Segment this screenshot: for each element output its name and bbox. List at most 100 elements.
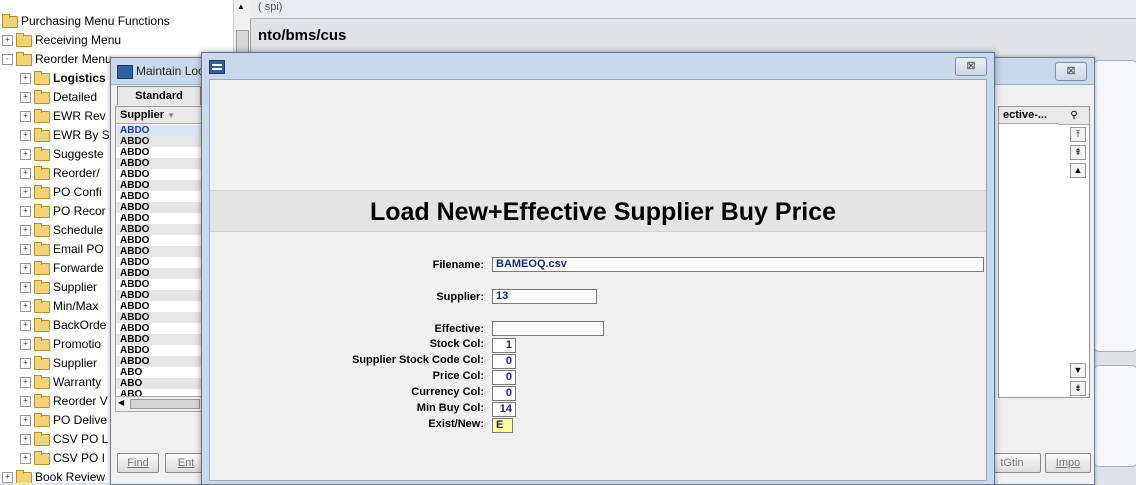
tree-item[interactable]: + CSV PO L [20, 430, 108, 449]
tree-item[interactable]: + Reorder V [20, 392, 108, 411]
grid-row[interactable]: ABDO [116, 224, 202, 235]
grid-row[interactable]: ABDO [116, 312, 202, 323]
scroll-up-small-icon[interactable]: ▲ [1070, 163, 1086, 178]
tree-item[interactable]: + Supplier [20, 354, 97, 373]
tab-standard[interactable]: Standard [117, 86, 201, 105]
grid-row[interactable]: ABDO [116, 147, 202, 158]
scroll-left-icon[interactable]: ◀ [118, 398, 124, 407]
tree-item[interactable]: + Suggeste [20, 145, 104, 164]
tree-item[interactable]: + PO Recor [20, 202, 106, 221]
find-button[interactable]: Find [117, 453, 159, 473]
grid-row[interactable]: ABDO [116, 334, 202, 345]
tree-item[interactable]: + Logistics [20, 69, 106, 88]
tree-item[interactable]: + PO Delive [20, 411, 107, 430]
effective-field[interactable] [492, 321, 604, 336]
currency-col-field[interactable]: 0 [492, 386, 516, 401]
tree-item[interactable]: - Reorder Menu [2, 50, 112, 69]
grid-row[interactable]: ABDO [116, 158, 202, 169]
grid-row[interactable]: ABDO [116, 213, 202, 224]
expand-toggle-icon[interactable]: + [20, 396, 31, 408]
tree-item[interactable]: + Supplier [20, 278, 97, 297]
tree-item[interactable]: + Email PO [20, 240, 104, 259]
grid-header-supplier[interactable]: Supplier ▼ [116, 107, 202, 124]
grid-row[interactable]: ABDO [116, 290, 202, 301]
grid-row[interactable]: ABDO [116, 345, 202, 356]
supplier-field[interactable]: 13 [492, 289, 597, 304]
tree-item[interactable]: + EWR By S [20, 126, 110, 145]
tree-item[interactable]: + CSV PO I [20, 449, 105, 468]
expand-toggle-icon[interactable]: + [20, 358, 31, 370]
supplier-stock-code-col-field[interactable]: 0 [492, 354, 516, 369]
tree-item[interactable]: + EWR Rev [20, 107, 106, 126]
expand-toggle-icon[interactable]: + [20, 320, 31, 332]
binoculars-icon[interactable]: ⚲ [1059, 107, 1089, 125]
grid-header-effective[interactable]: ective-... [999, 107, 1059, 124]
scroll-up-icon[interactable]: ▲ [237, 2, 245, 11]
page-up-icon[interactable]: ⇞ [1070, 145, 1086, 160]
grid-row[interactable]: ABDO [116, 191, 202, 202]
tree-item[interactable]: + Detailed [20, 88, 97, 107]
tree-item[interactable]: + BackOrde [20, 316, 106, 335]
grid-right-section[interactable]: ective-... ⚲ ⤒ ⇞ ▲ ▼ ⇟ [998, 106, 1090, 398]
grid-row[interactable]: ABO [116, 367, 202, 378]
grid-row[interactable]: ABDO [116, 180, 202, 191]
expand-toggle-icon[interactable]: + [2, 35, 13, 47]
grid-row[interactable]: ABDO [116, 235, 202, 246]
tree-item[interactable]: + Promotio [20, 335, 101, 354]
expand-toggle-icon[interactable]: + [20, 339, 31, 351]
price-col-field[interactable]: 0 [492, 370, 516, 385]
maintain-close-button[interactable]: ⊠ [1055, 62, 1087, 81]
expand-toggle-icon[interactable]: + [2, 472, 13, 483]
grid-scroll-thumb[interactable] [130, 399, 200, 409]
expand-toggle-icon[interactable]: + [20, 415, 31, 427]
tree-scrollbar[interactable]: ▲ [233, 0, 250, 60]
grid-row[interactable]: ABDO [116, 301, 202, 312]
grid-row[interactable]: ABDO [116, 257, 202, 268]
expand-toggle-icon[interactable]: + [20, 149, 31, 161]
import-button[interactable]: Impo [1045, 453, 1091, 473]
expand-toggle-icon[interactable]: + [20, 282, 31, 294]
tree-item[interactable]: + PO Confi [20, 183, 102, 202]
supplier-grid[interactable]: Supplier ▼ ABDO ABDO ABDO ABDO ABDO ABDO ABDO A… [115, 106, 203, 398]
grid-row[interactable]: ABDO [116, 246, 202, 257]
grid-row[interactable]: ABDO [116, 268, 202, 279]
grid-row[interactable]: ABDO [116, 125, 202, 136]
grid-row[interactable]: ABDO [116, 279, 202, 290]
expand-toggle-icon[interactable]: + [20, 453, 31, 465]
expand-toggle-icon[interactable]: + [20, 225, 31, 237]
grid-row[interactable]: ABDO [116, 169, 202, 180]
min-buy-col-field[interactable]: 14 [492, 402, 516, 417]
expand-toggle-icon[interactable]: + [20, 73, 31, 85]
page-down-icon[interactable]: ⇟ [1070, 381, 1086, 396]
expand-toggle-icon[interactable]: + [20, 434, 31, 446]
expand-toggle-icon[interactable]: + [20, 168, 31, 180]
expand-toggle-icon[interactable]: + [20, 111, 31, 123]
grid-row[interactable]: ABDO [116, 356, 202, 367]
scroll-top-icon[interactable]: ⤒ [1070, 127, 1086, 142]
filename-field[interactable]: BAMEOQ.csv [492, 257, 984, 272]
grid-horizontal-scrollbar[interactable]: ◀ [115, 396, 203, 412]
expand-toggle-icon[interactable]: + [20, 206, 31, 218]
grid-row[interactable]: ABDO [116, 202, 202, 213]
dialog-close-button[interactable]: ⊠ [955, 57, 987, 76]
tree-item[interactable]: Purchasing Menu Functions [2, 12, 170, 31]
expand-toggle-icon[interactable]: + [20, 377, 31, 389]
expand-toggle-icon[interactable]: + [20, 301, 31, 313]
expand-toggle-icon[interactable]: - [2, 54, 13, 66]
expand-toggle-icon[interactable]: + [20, 130, 31, 142]
tree-item[interactable]: + Book Review [2, 468, 105, 483]
exist-new-field[interactable]: E [492, 418, 513, 433]
tree-item[interactable]: + Reorder/ [20, 164, 100, 183]
expand-toggle-icon[interactable]: + [20, 187, 31, 199]
stock-col-field[interactable]: 1 [492, 338, 516, 353]
grid-row[interactable]: ABDO [116, 323, 202, 334]
tree-item[interactable]: + Schedule [20, 221, 103, 240]
expand-toggle-icon[interactable]: + [20, 92, 31, 104]
grid-row[interactable]: ABDO [116, 136, 202, 147]
tree-item[interactable]: + Min/Max [20, 297, 98, 316]
grid-row[interactable]: ABO [116, 378, 202, 389]
expand-toggle-icon[interactable]: + [20, 244, 31, 256]
scroll-down-small-icon[interactable]: ▼ [1070, 363, 1086, 378]
expand-toggle-icon[interactable]: + [20, 263, 31, 275]
tree-item[interactable]: + Receiving Menu [2, 31, 121, 50]
